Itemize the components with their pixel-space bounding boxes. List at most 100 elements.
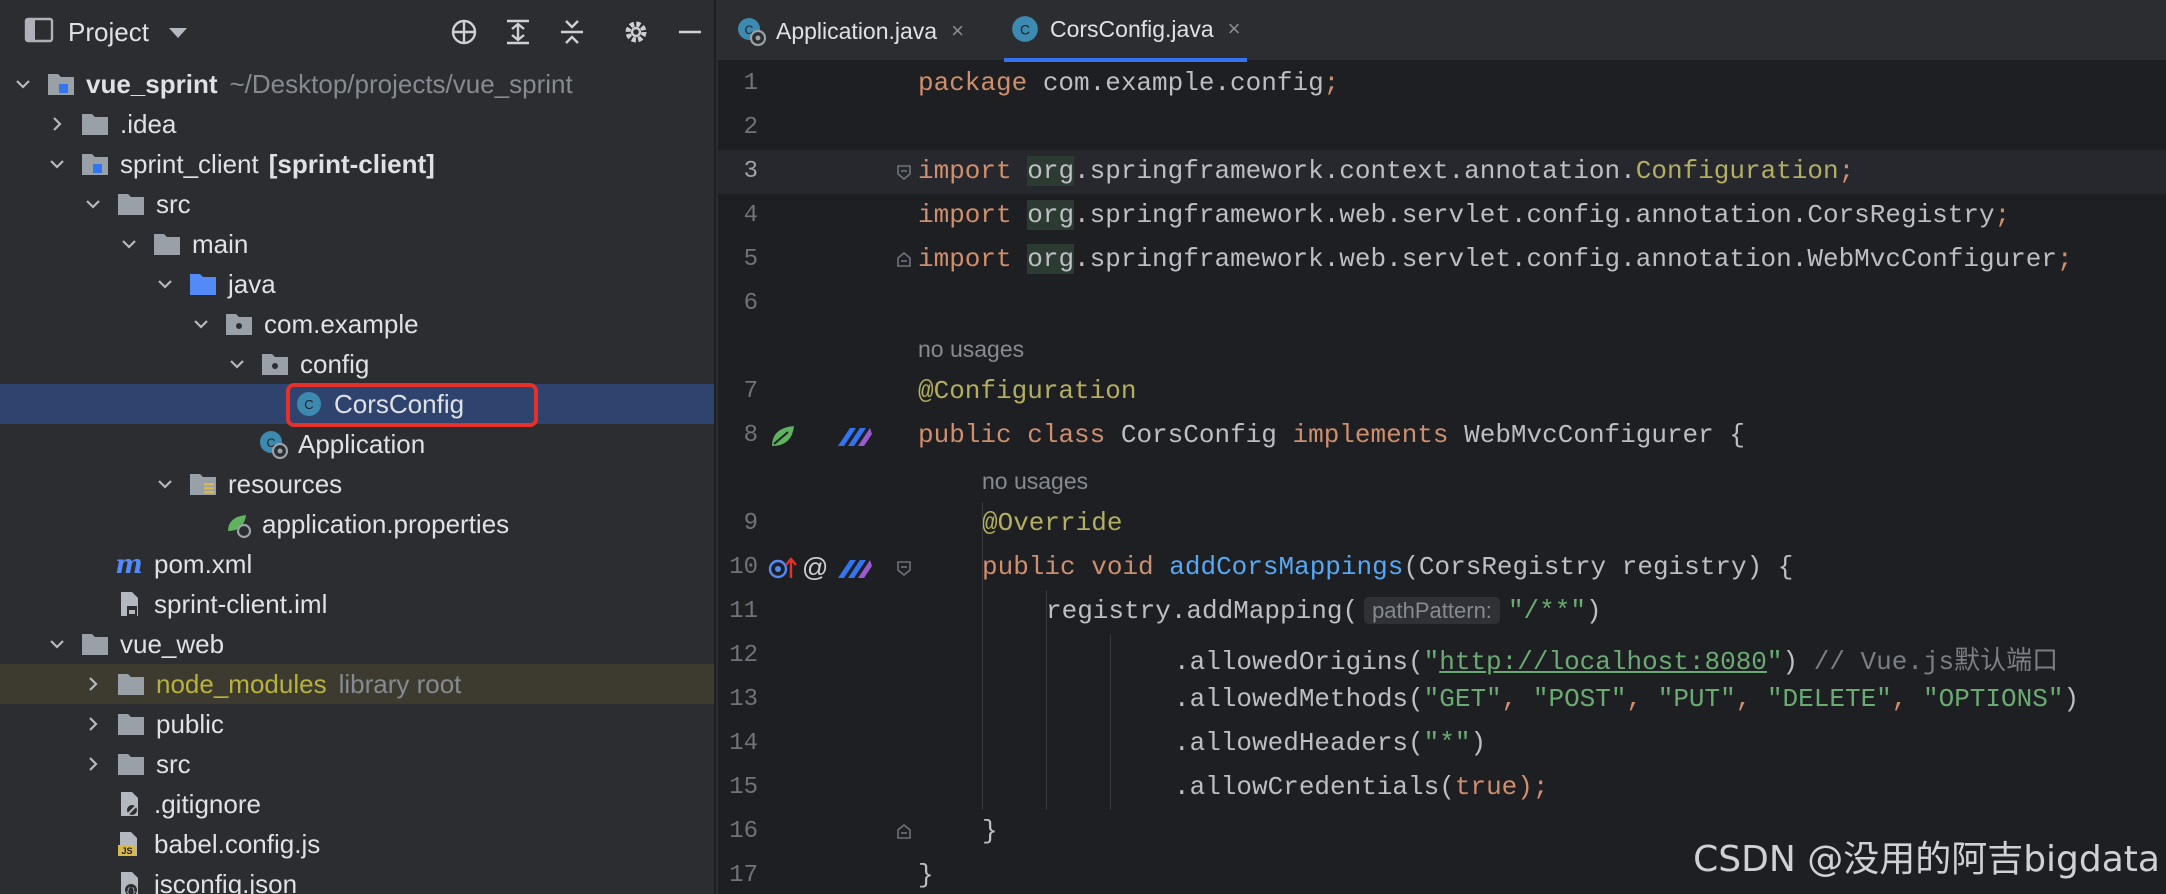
code-text: .allowCredentials(true); — [1174, 772, 1549, 802]
chevron-down-icon[interactable] — [192, 315, 210, 333]
code-line[interactable]: 2 — [718, 106, 2166, 150]
chevron-down-icon[interactable] — [84, 195, 102, 213]
collapse-all-icon[interactable] — [554, 14, 590, 50]
tree-item-public[interactable]: public — [0, 704, 714, 744]
tree-label: resources — [228, 468, 343, 499]
code-line-current[interactable]: 3 import org.springframework.context.ann… — [718, 150, 2166, 194]
fold-end-icon[interactable] — [896, 824, 912, 840]
gear-icon[interactable] — [618, 14, 654, 50]
chevron-right-icon[interactable] — [84, 715, 102, 733]
code-line[interactable]: 4 import org.springframework.web.servlet… — [718, 194, 2166, 238]
tab-application-java[interactable]: C Application.java × — [736, 0, 964, 62]
at-icon[interactable]: @ — [802, 552, 828, 583]
code-text: public class CorsConfig implements WebMv… — [918, 420, 1745, 450]
code-line[interactable]: 13 .allowedMethods("GET", "POST", "PUT",… — [718, 678, 2166, 722]
code-area[interactable]: 1 package com.example.config; 2 3 import… — [718, 62, 2166, 894]
tree-label: application.properties — [262, 508, 510, 539]
chevron-right-icon[interactable] — [48, 115, 66, 133]
usage-hint[interactable]: no usages — [982, 468, 1088, 495]
spring-bean-icon[interactable] — [768, 422, 798, 457]
project-view-selector[interactable]: Project — [24, 16, 187, 49]
tree-item-main[interactable]: main — [0, 224, 714, 264]
code-line[interactable]: 15 .allowCredentials(true); — [718, 766, 2166, 810]
folder-icon — [116, 189, 146, 219]
comma: , — [1891, 684, 1923, 714]
call: registry.addMapping( — [1046, 596, 1359, 626]
tree-item-idea[interactable]: .idea — [0, 104, 714, 144]
tree-item-gitignore[interactable]: .gitignore — [0, 784, 714, 824]
chevron-down-icon[interactable] — [48, 635, 66, 653]
code-line[interactable]: 14 .allowedHeaders("*") — [718, 722, 2166, 766]
chevron-right-icon[interactable] — [84, 675, 102, 693]
tree-item-application-properties[interactable]: application.properties — [0, 504, 714, 544]
chevron-down-icon[interactable] — [48, 155, 66, 173]
code-line[interactable]: 11 registry.addMapping(pathPattern: "/**"… — [718, 590, 2166, 634]
tree-item-com-example[interactable]: com.example — [0, 304, 714, 344]
tree-label: com.example — [264, 308, 419, 339]
tree-label: main — [192, 228, 249, 259]
minimize-icon[interactable] — [672, 14, 708, 50]
code-line[interactable]: 1 package com.example.config; — [718, 62, 2166, 106]
fold-end-icon[interactable] — [896, 252, 912, 268]
url-link[interactable]: http://localhost:8080 — [1439, 647, 1767, 677]
line-number: 6 — [743, 290, 758, 317]
tree-item-java[interactable]: java — [0, 264, 714, 304]
close-icon[interactable]: × — [1228, 16, 1241, 42]
tree-item-web-src[interactable]: src — [0, 744, 714, 784]
implementation-icon[interactable] — [836, 424, 874, 455]
tree-item-resources[interactable]: resources — [0, 464, 714, 504]
chevron-down-icon[interactable] — [168, 27, 187, 38]
tree-label: CorsConfig — [334, 388, 465, 419]
tree-item-vue-web[interactable]: vue_web — [0, 624, 714, 664]
chevron-down-icon[interactable] — [14, 75, 32, 93]
tree-item-application[interactable]: C Application — [0, 424, 714, 464]
code-line[interactable]: 8 public class CorsConfig implements Web… — [718, 414, 2166, 458]
tree-item-node-modules[interactable]: node_modules library root — [0, 664, 714, 704]
paren: ) — [1782, 647, 1814, 677]
annotation: @Configuration — [918, 376, 1137, 406]
tree-item-sprint-client[interactable]: sprint_client [sprint-client] — [0, 144, 714, 184]
source-folder-icon — [188, 269, 218, 299]
tree-item-iml[interactable]: sprint-client.iml — [0, 584, 714, 624]
svg-text:C: C — [304, 397, 313, 412]
line-number: 12 — [729, 642, 758, 669]
tree-label: sprint-client.iml — [154, 588, 328, 619]
fold-icon[interactable] — [896, 164, 912, 180]
chevron-down-icon[interactable] — [156, 275, 174, 293]
code-line[interactable]: 5 import org.springframework.web.servlet… — [718, 238, 2166, 282]
tree-item-src[interactable]: src — [0, 184, 714, 224]
code-text: } — [982, 816, 998, 846]
tree-item-babel-config[interactable]: JS babel.config.js — [0, 824, 714, 864]
chevron-down-icon[interactable] — [228, 355, 246, 373]
implementation-icon[interactable] — [836, 556, 874, 587]
keyword: import — [918, 200, 1012, 230]
tree-item-config[interactable]: config — [0, 344, 714, 384]
tree-item-pom-xml[interactable]: m pom.xml — [0, 544, 714, 584]
expand-all-icon[interactable] — [500, 14, 536, 50]
method-args: (CorsRegistry registry) { — [1403, 552, 1794, 582]
locate-icon[interactable] — [446, 14, 482, 50]
tree-item-vue-sprint[interactable]: vue_sprint ~/Desktop/projects/vue_sprint — [0, 64, 714, 104]
maven-icon: m — [114, 549, 144, 579]
import-path: .springframework.web.servlet.config.anno… — [1074, 244, 2058, 274]
code-line[interactable]: 6 — [718, 282, 2166, 326]
chevron-right-icon[interactable] — [84, 755, 102, 773]
usage-hint[interactable]: no usages — [918, 336, 1024, 363]
tab-corsconfig-java[interactable]: C CorsConfig.java × — [1004, 0, 1247, 62]
code-text: .allowedMethods("GET", "POST", "PUT", "D… — [1174, 684, 2079, 714]
chevron-down-icon[interactable] — [156, 475, 174, 493]
tree-label: .gitignore — [154, 788, 261, 819]
tree-item-corsconfig[interactable]: C CorsConfig — [0, 384, 714, 424]
code-line[interactable]: 9 @Override — [718, 502, 2166, 546]
close-icon[interactable]: × — [951, 18, 964, 44]
chevron-down-icon[interactable] — [120, 235, 138, 253]
code-line[interactable]: 7 @Configuration — [718, 370, 2166, 414]
code-line[interactable]: 10 @ public void addCorsMappings(CorsReg… — [718, 546, 2166, 590]
keyword: public — [918, 420, 1012, 450]
string: "PUT" — [1657, 684, 1736, 714]
watermark: CSDN @没用的阿吉bigdata — [1693, 839, 2160, 880]
tree-item-jsconfig[interactable]: {} jsconfig.json — [0, 864, 714, 894]
fold-icon[interactable] — [896, 560, 912, 576]
override-icon[interactable] — [768, 556, 798, 587]
code-line[interactable]: 12 .allowedOrigins("http://localhost:808… — [718, 634, 2166, 678]
